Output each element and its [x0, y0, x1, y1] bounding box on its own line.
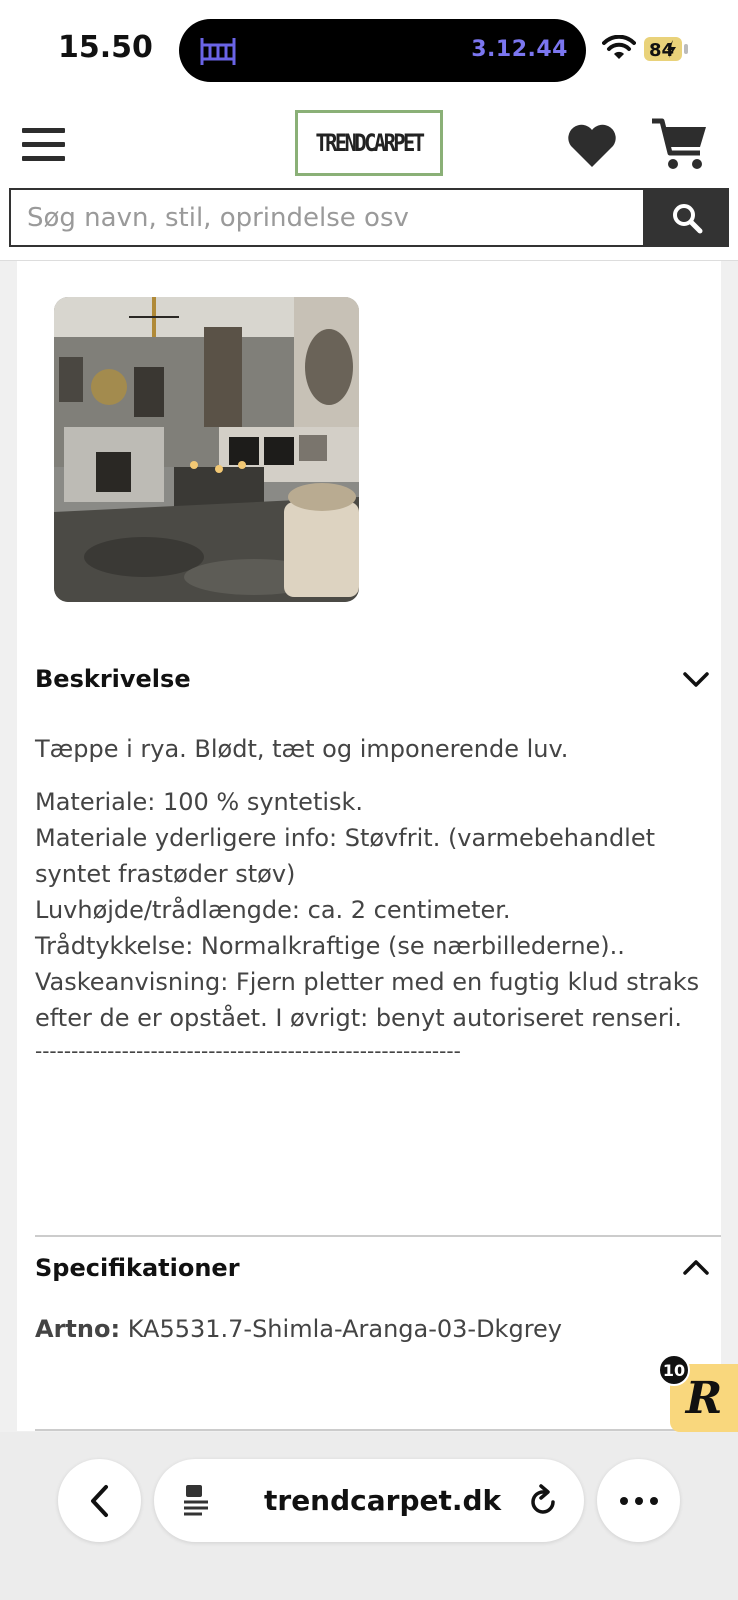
address-bar[interactable]: trendcarpet.dk	[154, 1459, 584, 1542]
site-logo[interactable]: TRENDCARPET	[295, 110, 443, 176]
wifi-icon	[602, 35, 636, 59]
description-line: Luvhøjde/trådlængde: ca. 2 centimeter.	[35, 896, 511, 924]
living-room-photo	[54, 297, 359, 602]
dynamic-island[interactable]: 3.12.44	[179, 19, 586, 82]
reload-icon[interactable]	[528, 1483, 560, 1517]
product-image-thumbnail[interactable]	[54, 297, 359, 602]
url-text: trendcarpet.dk	[264, 1484, 502, 1517]
chevron-down-icon	[683, 672, 709, 687]
description-line: Materiale: 100 % syntetisk.	[35, 788, 364, 816]
hamburger-menu-icon[interactable]	[22, 128, 65, 162]
back-button[interactable]	[58, 1459, 141, 1542]
search-field[interactable]	[9, 188, 645, 247]
description-separator: ----------------------------------------…	[35, 1039, 461, 1063]
battery-icon: 84	[644, 37, 688, 61]
status-time: 15.50	[58, 30, 153, 65]
section-divider	[35, 1429, 721, 1431]
more-options-button[interactable]	[597, 1459, 680, 1542]
browser-toolbar: trendcarpet.dk	[0, 1432, 738, 1600]
cart-icon[interactable]	[650, 117, 708, 172]
description-intro: Tæppe i rya. Blødt, tæt og imponerende l…	[35, 735, 569, 763]
artno-label: Artno:	[35, 1315, 121, 1343]
battery-level: 84	[649, 40, 674, 61]
crib-icon	[200, 38, 236, 65]
search-input[interactable]	[11, 190, 643, 245]
article-number: Artno: KA5531.7-Shimla-Aranga-03-Dkgrey	[35, 1315, 562, 1343]
description-line: Materiale yderligere info: Støvfrit. (va…	[35, 824, 656, 888]
reader-mode-icon[interactable]	[182, 1483, 212, 1519]
description-header[interactable]: Beskrivelse	[35, 665, 721, 693]
specifications-header[interactable]: Specifikationer	[35, 1254, 721, 1282]
description-line: Vaskeanvisning: Fjern pletter med en fug…	[35, 968, 700, 1032]
chevron-left-icon	[90, 1484, 108, 1517]
product-content: Beskrivelse Tæppe i rya. Blødt, tæt og i…	[17, 261, 721, 1431]
description-body: Tæppe i rya. Blødt, tæt og imponerende l…	[35, 731, 705, 1066]
section-divider	[35, 1235, 721, 1237]
description-line: Trådtykkelse: Normalkraftige (se nærbill…	[35, 932, 625, 960]
timer-text: 3.12.44	[471, 37, 568, 62]
chevron-up-icon	[683, 1260, 709, 1275]
reviews-count-badge: 10	[658, 1354, 690, 1386]
reviews-logo: R	[685, 1372, 723, 1424]
heart-icon[interactable]	[567, 123, 617, 168]
status-bar: 15.50 3.12.44 84	[0, 0, 738, 100]
search-icon	[672, 203, 702, 233]
artno-value: KA5531.7-Shimla-Aranga-03-Dkgrey	[127, 1315, 562, 1343]
ellipsis-icon	[619, 1496, 658, 1505]
logo-text: TRENDCARPET	[315, 129, 425, 157]
search-button[interactable]	[644, 188, 729, 247]
site-header: TRENDCARPET	[0, 100, 738, 261]
specifications-title: Specifikationer	[35, 1254, 240, 1282]
description-title: Beskrivelse	[35, 665, 191, 693]
